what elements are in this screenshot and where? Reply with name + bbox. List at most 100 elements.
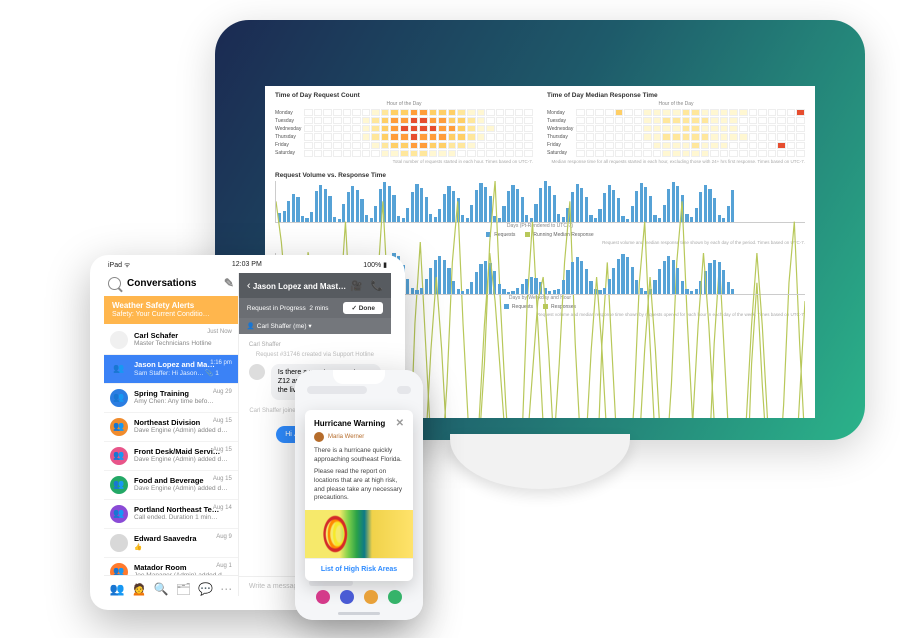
heat-cell [304, 142, 313, 149]
heat-cell [710, 133, 719, 140]
heat-cell [505, 109, 514, 116]
heat-cell [333, 117, 342, 124]
conversation-row[interactable]: 👥Matador RoomJoe Manager (Admin) added d… [104, 558, 238, 575]
heat-cell [662, 117, 671, 124]
back-icon[interactable]: ‹ [247, 280, 251, 292]
heat-cell [701, 150, 710, 157]
sender-name: Carl Shaffer [249, 342, 381, 348]
home-indicator[interactable] [338, 612, 380, 615]
heat-cell [576, 117, 585, 124]
heat-cell [352, 150, 361, 157]
heat-cell [448, 109, 457, 116]
heat-cell [653, 125, 662, 132]
heat-cell [739, 109, 748, 116]
heat-cell [586, 133, 595, 140]
heat-cell [643, 125, 652, 132]
heat-cell [486, 133, 495, 140]
heat-cell [595, 125, 604, 132]
conversation-time: Aug 9 [216, 534, 232, 540]
conversation-list[interactable]: Carl SchaferMaster Technicians HotlineJu… [104, 324, 238, 575]
heat-cell [777, 125, 786, 132]
alert-card: Hurricane Warning ✕ Maria Werner There i… [305, 410, 413, 581]
heat-cell [381, 150, 390, 157]
dock-app-icon[interactable] [340, 590, 354, 604]
heat-cell [672, 150, 681, 157]
heat-cell [524, 133, 533, 140]
heat-cell [448, 125, 457, 132]
heat-cell [390, 117, 399, 124]
conversation-row[interactable]: 👥Food and BeverageDave Engine (Admin) ad… [104, 471, 238, 500]
conversation-preview: Joe Manager (Admin) added d… [134, 572, 232, 575]
heat-cell [381, 142, 390, 149]
conversation-row[interactable]: 👥Front Desk/Maid Servi…Dave Engine (Admi… [104, 442, 238, 471]
conversation-row[interactable]: 👥Portland Northeast Te…Call ended. Durat… [104, 500, 238, 529]
heat-cell [682, 142, 691, 149]
heat-cell [304, 109, 313, 116]
phone-device: Hurricane Warning ✕ Maria Werner There i… [295, 370, 423, 620]
heat-cell [352, 133, 361, 140]
conversation-row[interactable]: 👥Jason Lopez and Ma…Sam Staffer: Hi Jaso… [104, 355, 238, 384]
heat-cell [729, 125, 738, 132]
tab-search-icon[interactable]: 🔍 [154, 582, 169, 596]
heat-cell [524, 142, 533, 149]
status-carrier: iPad ᯤ [108, 261, 130, 270]
heat-cell [777, 109, 786, 116]
card-paragraph: There is a hurricane quickly approaching… [314, 447, 404, 464]
heat-cell [410, 150, 419, 157]
heat-cell [448, 117, 457, 124]
search-icon[interactable] [108, 277, 121, 290]
dock-app-icon[interactable] [388, 590, 402, 604]
avatar: 👥 [110, 360, 128, 378]
heat-cell [429, 125, 438, 132]
heat-cell [371, 150, 380, 157]
heat-cell [720, 150, 729, 157]
heat-cell [410, 109, 419, 116]
tab-chat-icon[interactable]: 💬 [198, 582, 213, 596]
close-icon[interactable]: ✕ [396, 418, 404, 429]
heat-cell [691, 125, 700, 132]
heat-cell [304, 117, 313, 124]
heat-cell [438, 125, 447, 132]
heat-cell [758, 142, 767, 149]
tab-more-icon[interactable]: ⋯ [220, 582, 232, 596]
heat-cell [410, 142, 419, 149]
heat-cell [758, 109, 767, 116]
heat-cell [314, 109, 323, 116]
conversation-row[interactable]: 👥Northeast DivisionDave Engine (Admin) a… [104, 413, 238, 442]
heat-cell [457, 133, 466, 140]
heat-cell [304, 150, 313, 157]
conversation-row[interactable]: 👥Spring TrainingAmy Chen: Any time befo…… [104, 384, 238, 413]
heat-cell [643, 133, 652, 140]
phone-call-icon[interactable]: 📞 [371, 281, 383, 292]
dock-app-icon[interactable] [364, 590, 378, 604]
tab-files-icon[interactable]: 🗂 [176, 582, 191, 596]
card-link[interactable]: List of High Risk Areas [305, 558, 413, 581]
alert-banner[interactable]: Weather Safety Alerts Safety: Your Curre… [104, 296, 238, 324]
dock-app-icon[interactable] [316, 590, 330, 604]
conversation-row[interactable]: Edward Saavedra👍Aug 9 [104, 529, 238, 558]
heat-cell [634, 109, 643, 116]
tab-groups-icon[interactable]: 👥 [110, 582, 125, 596]
heat-cell [505, 125, 514, 132]
heat-cell [496, 125, 505, 132]
heat-cell [400, 142, 409, 149]
heat-cell [419, 150, 428, 157]
heat-cell [486, 117, 495, 124]
heat-cell [720, 117, 729, 124]
heat-cell [323, 150, 332, 157]
heat-cell [749, 150, 758, 157]
compose-icon[interactable]: ✎ [224, 276, 234, 290]
tab-contacts-icon[interactable]: 🙍 [132, 582, 147, 596]
conversation-time: Aug 15 [213, 418, 232, 424]
video-call-icon[interactable]: 🎥 [350, 281, 362, 292]
heat-cell [729, 133, 738, 140]
conversation-row[interactable]: Carl SchaferMaster Technicians HotlineJu… [104, 324, 238, 355]
heat-cell [643, 109, 652, 116]
heat-cell [323, 142, 332, 149]
heat-cell [448, 142, 457, 149]
conversation-preview: Dave Engine (Admin) added d… [134, 427, 232, 434]
done-button[interactable]: ✓ Done [343, 302, 383, 314]
heat-cell [729, 142, 738, 149]
assignee-select[interactable]: Carl Shaffer (me) ▾ [257, 323, 312, 330]
heat-cell [634, 142, 643, 149]
